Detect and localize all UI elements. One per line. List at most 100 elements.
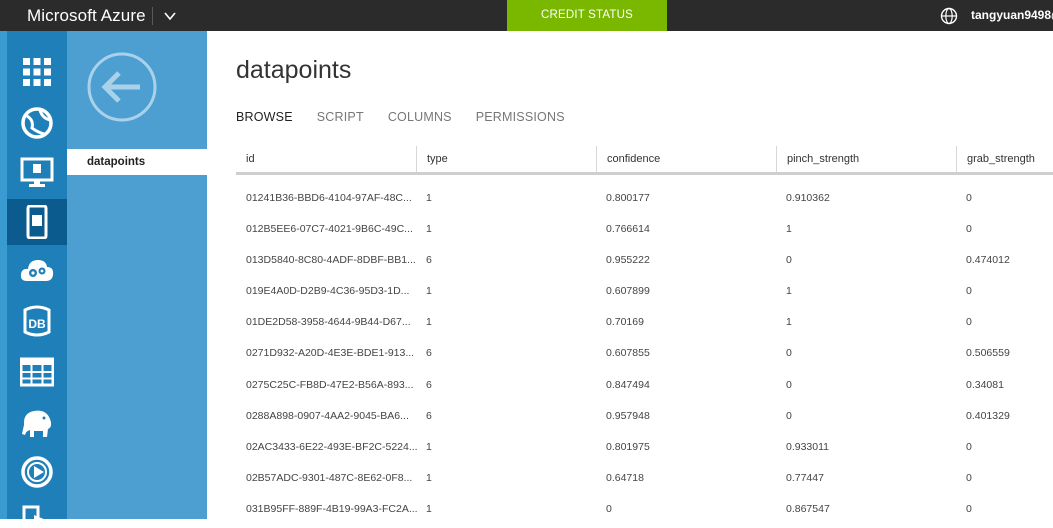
cell-confidence: 0.957948 [606, 409, 650, 422]
cell-grab-strength: 0.474012 [966, 254, 1010, 267]
globe-icon[interactable] [940, 7, 958, 25]
table-row[interactable]: 012B5EE6-07C7-4021-9B6C-49C... 1 0.76661… [236, 217, 1053, 248]
cell-confidence: 0.955222 [606, 254, 650, 267]
column-header-grab-strength[interactable]: grab_strength [956, 146, 1053, 172]
cell-type: 6 [426, 254, 432, 267]
brand-divider [152, 7, 153, 25]
cell-pinch-strength: 1 [786, 223, 792, 236]
cell-pinch-strength: 1 [786, 285, 792, 298]
cell-id: 013D5840-8C80-4ADF-8DBF-BB1... [246, 254, 416, 267]
panel-item-datapoints[interactable]: datapoints [67, 149, 207, 175]
cell-type: 1 [426, 192, 432, 204]
table-row[interactable]: 02B57ADC-9301-487C-8E62-0F8... 1 0.64718… [236, 466, 1053, 497]
table-header: id type confidence pinch_strength grab_s… [236, 146, 1053, 175]
table-body: 01241B36-BBD6-4104-97AF-48C... 1 0.80017… [236, 186, 1053, 528]
cell-confidence: 0.70169 [606, 316, 644, 329]
cell-type: 1 [426, 285, 432, 298]
rail-item-cloud-services[interactable] [7, 248, 67, 294]
cell-grab-strength: 0.506559 [966, 347, 1010, 360]
cell-id: 02AC3433-6E22-493E-BF2C-5224... [246, 440, 418, 453]
rail-item-hdinsight[interactable] [7, 399, 67, 445]
cell-confidence: 0.607855 [606, 347, 650, 360]
brand-title[interactable]: Microsoft Azure [27, 6, 146, 26]
cell-pinch-strength: 0 [786, 254, 792, 267]
cell-grab-strength: 0 [966, 223, 972, 236]
rail-item-service-bus[interactable] [7, 497, 67, 519]
rail-item-sql-databases[interactable]: DB [7, 298, 67, 344]
rail-item-media-services[interactable] [7, 449, 67, 495]
cell-id: 01241B36-BBD6-4104-97AF-48C... [246, 192, 412, 204]
cell-id: 0275C25C-FB8D-47E2-B56A-893... [246, 378, 414, 391]
table-row[interactable]: 01241B36-BBD6-4104-97AF-48C... 1 0.80017… [236, 186, 1053, 217]
table-row[interactable]: 031B95FF-889F-4B19-99A3-FC2A... 1 0 0.86… [236, 497, 1053, 528]
rail-item-all-items[interactable] [7, 49, 67, 95]
column-header-confidence[interactable]: confidence [596, 146, 776, 172]
cell-id: 01DE2D58-3958-4644-9B44-D67... [246, 316, 411, 329]
main-content: datapoints BROWSE SCRIPT COLUMNS PERMISS… [207, 31, 1053, 519]
cell-grab-strength: 0.401329 [966, 409, 1010, 422]
cell-type: 6 [426, 409, 432, 422]
page-title: datapoints [236, 56, 352, 84]
cell-type: 1 [426, 316, 432, 329]
cell-grab-strength: 0 [966, 471, 972, 484]
cell-confidence: 0.847494 [606, 378, 650, 391]
cell-id: 02B57ADC-9301-487C-8E62-0F8... [246, 471, 413, 484]
cell-pinch-strength: 0.910362 [786, 192, 830, 204]
media-services-icon [21, 456, 53, 488]
cell-grab-strength: 0 [966, 440, 972, 453]
svg-text:DB: DB [28, 317, 46, 331]
rail-item-mobile-services[interactable] [7, 199, 67, 245]
storage-icon [20, 357, 54, 387]
cell-id: 031B95FF-889F-4B19-99A3-FC2A... [246, 502, 418, 515]
table-row[interactable]: 02AC3433-6E22-493E-BF2C-5224... 1 0.8019… [236, 435, 1053, 466]
tab-permissions[interactable]: PERMISSIONS [476, 110, 565, 124]
column-header-type[interactable]: type [416, 146, 596, 172]
table-row[interactable]: 0275C25C-FB8D-47E2-B56A-893... 6 0.84749… [236, 373, 1053, 404]
web-sites-icon [21, 107, 53, 139]
table-row[interactable]: 0288A898-0907-4AA2-9045-BA6... 6 0.95794… [236, 404, 1053, 435]
user-account[interactable]: tangyuan9498@ [971, 8, 1053, 22]
cell-pinch-strength: 0.77447 [786, 471, 824, 484]
sql-databases-icon: DB [23, 305, 51, 337]
rail-item-virtual-machines[interactable] [7, 149, 67, 195]
rail-edge [0, 31, 7, 519]
cloud-services-icon [20, 260, 54, 281]
cell-pinch-strength: 0.867547 [786, 502, 830, 515]
cell-type: 1 [426, 223, 432, 236]
rail-item-storage[interactable] [7, 349, 67, 395]
service-bus-icon [22, 505, 44, 519]
cell-pinch-strength: 1 [786, 316, 792, 329]
cell-confidence: 0.800177 [606, 192, 650, 204]
cell-id: 012B5EE6-07C7-4021-9B6C-49C... [246, 223, 413, 236]
cell-id: 0288A898-0907-4AA2-9045-BA6... [246, 409, 409, 422]
tab-script[interactable]: SCRIPT [317, 110, 364, 124]
cell-type: 1 [426, 502, 432, 515]
table-row[interactable]: 01DE2D58-3958-4644-9B44-D67... 1 0.70169… [236, 310, 1053, 341]
cell-type: 6 [426, 378, 432, 391]
credit-status-button[interactable]: CREDIT STATUS [507, 0, 667, 31]
column-header-pinch-strength[interactable]: pinch_strength [776, 146, 956, 172]
cell-pinch-strength: 0 [786, 409, 792, 422]
top-bar: Microsoft Azure CREDIT STATUS tangyuan94… [0, 0, 1053, 31]
mobile-services-icon [26, 205, 48, 239]
tab-columns[interactable]: COLUMNS [388, 110, 452, 124]
cell-grab-strength: 0.34081 [966, 378, 1004, 391]
cell-grab-strength: 0 [966, 502, 972, 515]
cell-pinch-strength: 0.933011 [786, 440, 830, 453]
cell-type: 1 [426, 440, 432, 453]
back-arrow-icon[interactable] [86, 51, 158, 123]
cell-grab-strength: 0 [966, 285, 972, 298]
table-row[interactable]: 0271D932-A20D-4E3E-BDE1-913... 6 0.60785… [236, 341, 1053, 372]
all-items-grid-icon [23, 58, 51, 86]
rail-item-web-sites[interactable] [7, 100, 67, 146]
tab-bar: BROWSE SCRIPT COLUMNS PERMISSIONS [236, 110, 565, 124]
cell-id: 0271D932-A20D-4E3E-BDE1-913... [246, 347, 415, 360]
cell-confidence: 0.766614 [606, 223, 650, 236]
cell-confidence: 0.607899 [606, 285, 650, 298]
column-header-id[interactable]: id [236, 146, 416, 172]
table-row[interactable]: 013D5840-8C80-4ADF-8DBF-BB1... 6 0.95522… [236, 248, 1053, 279]
chevron-down-icon[interactable] [163, 9, 177, 23]
cell-confidence: 0.801975 [606, 440, 650, 453]
table-row[interactable]: 019E4A0D-D2B9-4C36-95D3-1D... 1 0.607899… [236, 279, 1053, 310]
tab-browse[interactable]: BROWSE [236, 110, 293, 124]
